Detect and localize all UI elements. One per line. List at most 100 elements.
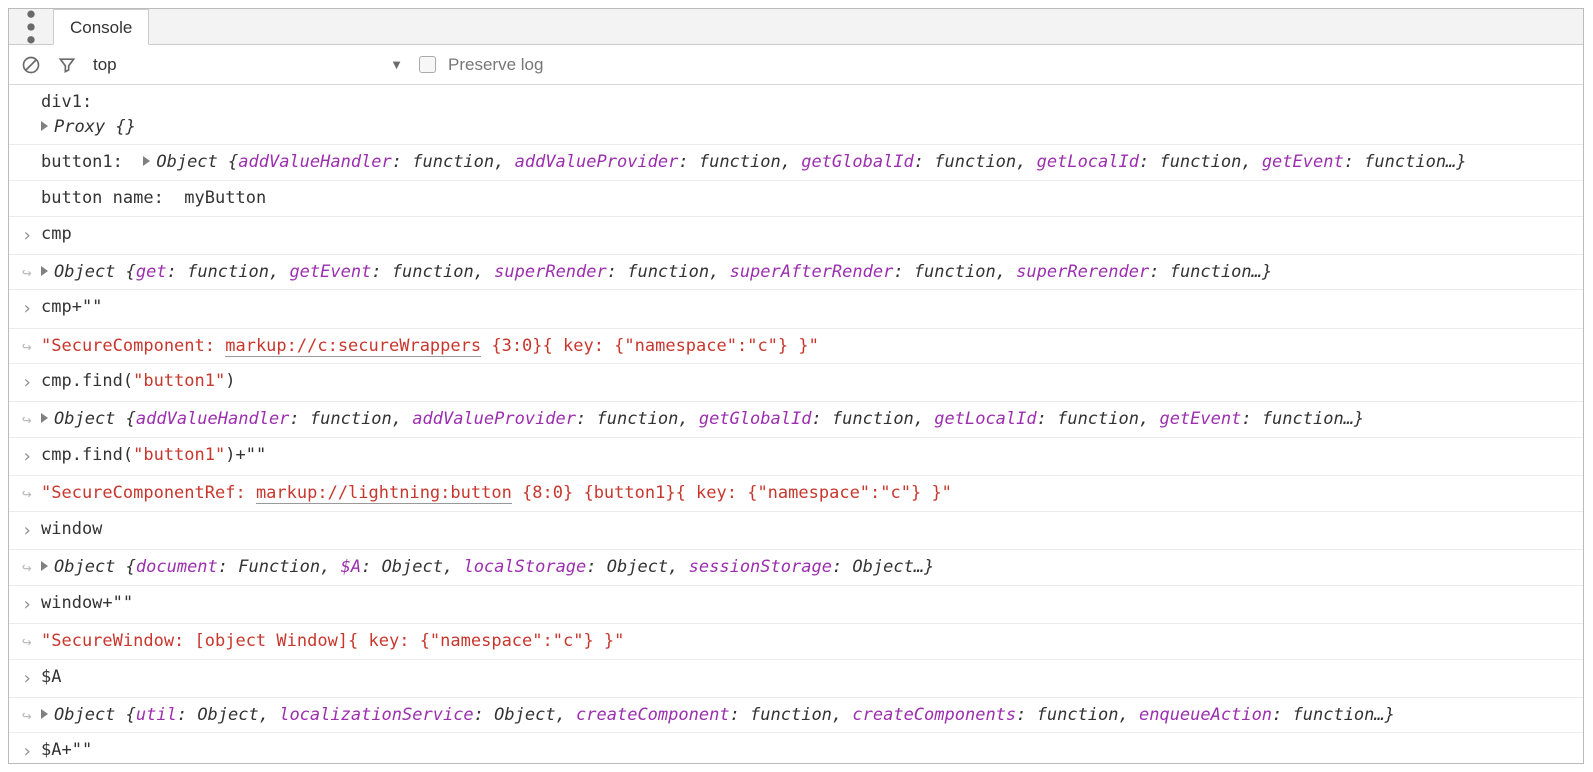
log-content[interactable]: "SecureWindow: [object Window]{ key: {"n… [41, 629, 1577, 654]
log-text: : Function, [218, 557, 341, 577]
preserve-log-label: Preserve log [448, 55, 543, 75]
log-text: myButton [184, 188, 266, 208]
output-row: "SecureComponentRef: markup://lightning:… [9, 476, 1583, 512]
output-marker-icon [13, 703, 41, 728]
input-row: $A [9, 660, 1583, 698]
log-text: Object { [54, 262, 136, 282]
log-content[interactable]: button name: myButton [41, 186, 1577, 211]
log-text: button name: [41, 188, 184, 208]
log-text: : function, [371, 262, 494, 282]
input-row: window [9, 512, 1583, 550]
obj-prop: superRerender [1016, 262, 1149, 282]
log-text: : function, [1139, 152, 1262, 172]
output-row: "SecureComponent: markup://c:secureWrapp… [9, 329, 1583, 365]
log-text: Object { [54, 557, 136, 577]
output-marker-icon [13, 260, 41, 285]
obj-prop: superAfterRender [730, 262, 894, 282]
expander-icon[interactable] [41, 709, 48, 719]
log-row: button1: Object {addValueHandler: functi… [9, 145, 1583, 181]
obj-prop: addValueHandler [238, 152, 392, 172]
row-gutter [13, 90, 41, 139]
obj-prop: getGlobalId [699, 409, 812, 429]
input-text[interactable]: window [41, 517, 1577, 544]
input-row: cmp.find("button1")+"" [9, 438, 1583, 476]
obj-prop: superRender [494, 262, 607, 282]
filter-icon[interactable] [53, 51, 81, 79]
log-text: markup://lightning:button [256, 483, 512, 504]
console-output: div1: Proxy {} button1: Object {addValue… [9, 85, 1583, 763]
log-content[interactable]: "SecureComponentRef: markup://lightning:… [41, 481, 1577, 506]
expander-icon[interactable] [41, 266, 48, 276]
context-selector[interactable]: top ▼ [93, 55, 403, 75]
input-marker-icon [13, 369, 41, 396]
tab-label: Console [70, 18, 132, 38]
log-content[interactable]: "SecureComponent: markup://c:secureWrapp… [41, 334, 1577, 359]
expander-icon[interactable] [143, 156, 150, 166]
log-text: : function, [392, 152, 515, 172]
log-text: : Object…} [832, 557, 934, 577]
log-content[interactable]: button1: Object {addValueHandler: functi… [41, 150, 1577, 175]
obj-prop: localizationService [279, 705, 473, 725]
obj-prop: localStorage [463, 557, 586, 577]
log-text: button1: [41, 152, 143, 172]
obj-prop: getEvent [1262, 152, 1344, 172]
expander-icon[interactable] [41, 561, 48, 571]
log-text: ) [225, 371, 235, 391]
log-text: : function…} [1241, 409, 1364, 429]
log-text: : function, [893, 262, 1016, 282]
expander-icon[interactable] [41, 413, 48, 423]
output-marker-icon [13, 629, 41, 654]
input-text[interactable]: window+"" [41, 591, 1577, 618]
log-content[interactable]: Object {util: Object, localizationServic… [41, 703, 1577, 728]
input-marker-icon [13, 517, 41, 544]
log-text: : function, [730, 705, 853, 725]
log-text: : function…} [1149, 262, 1272, 282]
log-content[interactable]: Object {document: Function, $A: Object, … [41, 555, 1577, 580]
input-text[interactable]: cmp.find("button1")+"" [41, 443, 1577, 470]
log-text: "SecureComponentRef: [41, 483, 256, 503]
log-text: {8:0} {button1}{ key: {"namespace":"c"} … [512, 483, 952, 503]
log-text: div1: [41, 90, 1577, 115]
log-text: cmp.find( [41, 445, 133, 465]
output-marker-icon [13, 334, 41, 359]
output-row: Object {document: Function, $A: Object, … [9, 550, 1583, 586]
input-text[interactable]: cmp+"" [41, 295, 1577, 322]
clear-console-icon[interactable] [17, 51, 45, 79]
input-text[interactable]: $A+"" [41, 738, 1577, 763]
log-text: markup://c:secureWrappers [225, 336, 481, 357]
obj-prop: sessionStorage [689, 557, 832, 577]
log-text: : Object, [474, 705, 576, 725]
input-text[interactable]: cmp.find("button1") [41, 369, 1577, 396]
preserve-log-checkbox[interactable] [419, 56, 436, 73]
obj-prop: addValueHandler [136, 409, 290, 429]
obj-prop: addValueProvider [412, 409, 576, 429]
caret-down-icon: ▼ [390, 57, 403, 72]
log-text: : function, [914, 152, 1037, 172]
input-text[interactable]: $A [41, 665, 1577, 692]
log-text: Object { [54, 409, 136, 429]
log-text: : Object, [586, 557, 688, 577]
kebab-menu-icon[interactable] [9, 9, 53, 44]
log-content[interactable]: div1: Proxy {} [41, 90, 1577, 139]
input-text[interactable]: cmp [41, 222, 1577, 249]
obj-prop: getGlobalId [801, 152, 914, 172]
log-text: : function, [1037, 409, 1160, 429]
log-text: "SecureComponent: [41, 336, 225, 356]
obj-prop: addValueProvider [515, 152, 679, 172]
console-toolbar: top ▼ Preserve log [9, 45, 1583, 85]
expander-icon[interactable] [41, 121, 48, 131]
obj-prop: getEvent [1159, 409, 1241, 429]
output-marker-icon [13, 555, 41, 580]
log-text: : function, [167, 262, 290, 282]
log-row: div1: Proxy {} [9, 85, 1583, 145]
log-content[interactable]: Object {addValueHandler : function, addVa… [41, 407, 1577, 432]
tab-console[interactable]: Console [53, 9, 149, 45]
output-row: Object {get: function, getEvent: functio… [9, 255, 1583, 291]
output-row: Object {addValueHandler : function, addVa… [9, 402, 1583, 438]
obj-prop: $A [341, 557, 361, 577]
obj-prop: get [136, 262, 167, 282]
log-content[interactable]: Object {get: function, getEvent: functio… [41, 260, 1577, 285]
input-marker-icon [13, 295, 41, 322]
log-text: : function, [576, 409, 699, 429]
log-text: : Object, [361, 557, 463, 577]
